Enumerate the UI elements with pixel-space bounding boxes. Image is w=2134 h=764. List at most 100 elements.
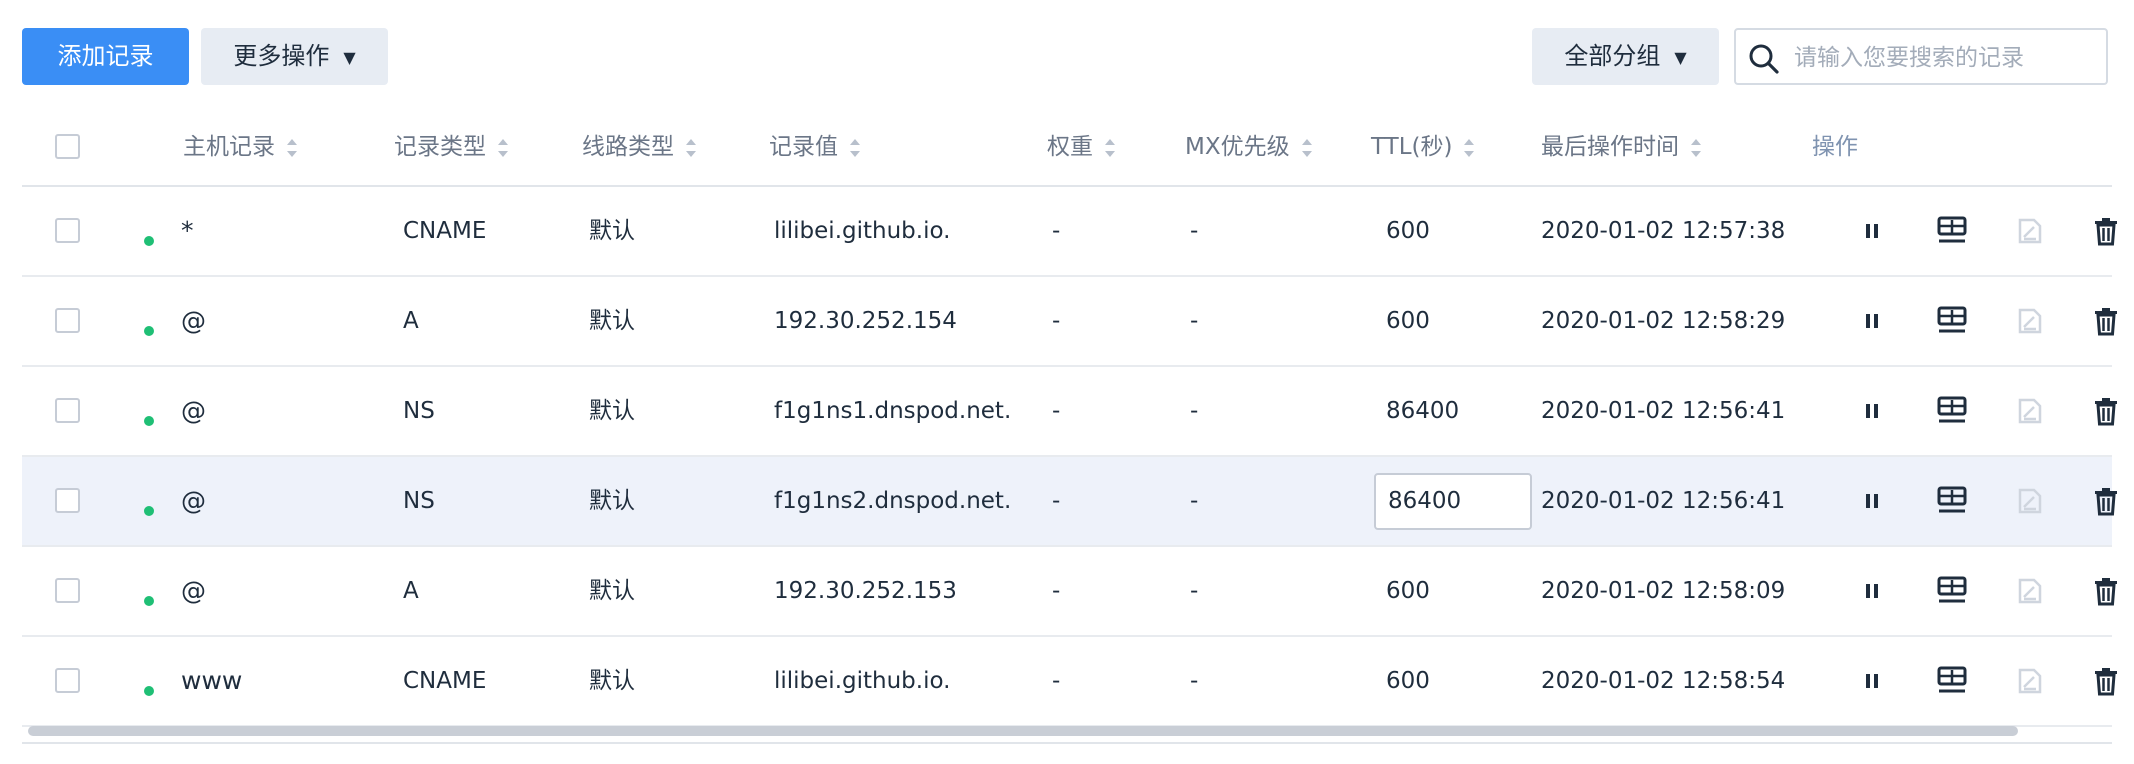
- row-checkbox[interactable]: [55, 398, 80, 423]
- cell-weight: -: [1052, 488, 1061, 514]
- column-line-header[interactable]: 线路类型: [582, 110, 696, 185]
- add-record-label: 添加记录: [57, 42, 154, 70]
- cell-type: NS: [403, 488, 435, 514]
- row-checkbox[interactable]: [55, 308, 80, 333]
- edit-icon[interactable]: [2015, 486, 2045, 516]
- pause-icon[interactable]: [1857, 576, 1887, 606]
- column-type-header[interactable]: 记录类型: [394, 110, 508, 185]
- cell-ttl[interactable]: 600: [1386, 187, 1430, 275]
- column-mx-header[interactable]: MX优先级: [1185, 110, 1312, 185]
- column-host-header[interactable]: 主机记录: [183, 110, 297, 185]
- table-row[interactable]: www CNAME 默认 lilibei.github.io. - - 2020-01-02…: [22, 637, 2117, 727]
- status-dot: [144, 686, 154, 696]
- cell-value: 192.30.252.153: [774, 578, 957, 604]
- cell-ttl[interactable]: 86400: [1386, 367, 1459, 455]
- pause-icon[interactable]: [1857, 396, 1887, 426]
- cell-value: f1g1ns2.dnspod.net.: [774, 488, 1012, 514]
- cell-mx: -: [1190, 218, 1199, 244]
- search-input[interactable]: [1792, 38, 2096, 78]
- edit-icon[interactable]: [2015, 666, 2045, 696]
- edit-icon[interactable]: [2015, 216, 2045, 246]
- cell-line: 默认: [589, 308, 635, 334]
- cell-weight: -: [1052, 308, 1061, 334]
- cell-mx: -: [1190, 398, 1199, 424]
- pause-icon[interactable]: [1857, 306, 1887, 336]
- cell-weight: -: [1052, 668, 1061, 694]
- column-time-header[interactable]: 最后操作时间: [1541, 110, 1701, 185]
- cell-ttl[interactable]: 600: [1386, 637, 1430, 725]
- column-value-header[interactable]: 记录值: [769, 110, 860, 185]
- row-checkbox[interactable]: [55, 218, 80, 243]
- cell-type: CNAME: [403, 218, 487, 244]
- search-icon: [1749, 44, 1779, 74]
- cell-value: f1g1ns1.dnspod.net.: [774, 398, 1012, 424]
- more-actions-button[interactable]: 更多操作 ▼: [201, 28, 388, 85]
- cell-type: NS: [403, 398, 435, 424]
- row-checkbox[interactable]: [55, 578, 80, 603]
- sort-icon: [1464, 138, 1475, 157]
- delete-icon[interactable]: [2091, 216, 2121, 246]
- cell-ttl[interactable]: 600: [1386, 547, 1430, 635]
- column-ops-label: 操作: [1812, 134, 1858, 160]
- row-checkbox[interactable]: [55, 488, 80, 513]
- edit-icon[interactable]: [2015, 576, 2045, 606]
- sort-icon: [1691, 138, 1701, 157]
- status-dot: [144, 506, 154, 516]
- column-weight-label: 权重: [1047, 134, 1093, 160]
- edit-icon[interactable]: [2015, 306, 2045, 336]
- cell-line: 默认: [589, 578, 635, 604]
- column-ttl-label: TTL(秒): [1371, 134, 1453, 160]
- cell-weight: -: [1052, 578, 1061, 604]
- remark-icon[interactable]: [1937, 306, 1967, 336]
- select-all-checkbox[interactable]: [55, 134, 80, 159]
- remark-icon[interactable]: [1937, 576, 1967, 606]
- delete-icon[interactable]: [2091, 396, 2121, 426]
- remark-icon[interactable]: [1937, 666, 1967, 696]
- delete-icon[interactable]: [2091, 666, 2121, 696]
- pause-icon[interactable]: [1857, 216, 1887, 246]
- ttl-inline-input[interactable]: 86400: [1374, 473, 1532, 530]
- column-host-label: 主机记录: [183, 134, 275, 160]
- sort-icon: [1301, 138, 1312, 157]
- group-filter-button[interactable]: 全部分组 ▼: [1532, 28, 1719, 85]
- table-header: 主机记录 记录类型 线路类型 记录值 权重 MX优先级 TTL(秒) 最后操作时…: [22, 110, 2112, 187]
- status-dot: [144, 596, 154, 606]
- cell-line: 默认: [589, 488, 635, 514]
- cell-time: 2020-01-02 12:56:41: [1541, 398, 1786, 424]
- more-actions-label: 更多操作: [233, 42, 330, 70]
- cell-host: @: [181, 306, 206, 335]
- table-row[interactable]: @ NS 默认 f1g1ns2.dnspod.net. - - 2020-01-02 12:…: [22, 457, 2117, 547]
- sort-icon: [850, 138, 860, 157]
- status-dot: [144, 416, 154, 426]
- cell-time: 2020-01-02 12:58:29: [1541, 308, 1786, 334]
- delete-icon[interactable]: [2091, 486, 2121, 516]
- scrollbar-thumb[interactable]: [28, 726, 2018, 736]
- add-record-button[interactable]: 添加记录: [22, 28, 189, 85]
- table-row[interactable]: * CNAME 默认 lilibei.github.io. - - 2020-01-02 1…: [22, 187, 2117, 277]
- cell-host: @: [181, 486, 206, 515]
- column-weight-header[interactable]: 权重: [1047, 110, 1115, 185]
- remark-icon[interactable]: [1937, 486, 1967, 516]
- group-filter-label: 全部分组: [1564, 42, 1661, 70]
- edit-icon[interactable]: [2015, 396, 2045, 426]
- delete-icon[interactable]: [2091, 306, 2121, 336]
- pause-icon[interactable]: [1857, 486, 1887, 516]
- cell-mx: -: [1190, 668, 1199, 694]
- table-row[interactable]: @ NS 默认 f1g1ns1.dnspod.net. - - 2020-01-02 12:…: [22, 367, 2117, 457]
- cell-value: lilibei.github.io.: [774, 668, 951, 694]
- pause-icon[interactable]: [1857, 666, 1887, 696]
- horizontal-scrollbar[interactable]: [22, 722, 2112, 744]
- status-dot: [144, 236, 154, 246]
- row-checkbox[interactable]: [55, 668, 80, 693]
- cell-ttl[interactable]: 600: [1386, 277, 1430, 365]
- cell-mx: -: [1190, 308, 1199, 334]
- cell-value: lilibei.github.io.: [774, 218, 951, 244]
- table-row[interactable]: @ A 默认 192.30.252.153 - - 2020-01-02 12:58:09 6…: [22, 547, 2117, 637]
- sort-icon: [686, 138, 696, 157]
- column-ttl-header[interactable]: TTL(秒): [1371, 110, 1475, 185]
- table-row[interactable]: @ A 默认 192.30.252.154 - - 2020-01-02 12:58:29 6…: [22, 277, 2117, 367]
- remark-icon[interactable]: [1937, 216, 1967, 246]
- delete-icon[interactable]: [2091, 576, 2121, 606]
- column-type-label: 记录类型: [394, 134, 486, 160]
- remark-icon[interactable]: [1937, 396, 1967, 426]
